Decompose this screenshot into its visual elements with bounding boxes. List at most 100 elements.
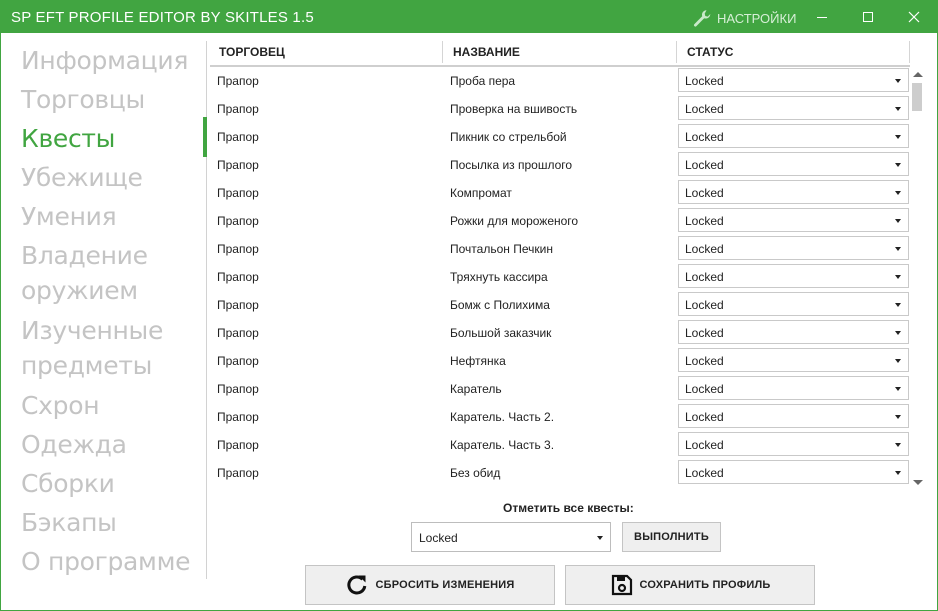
status-dropdown[interactable]: Locked	[678, 376, 909, 400]
trader-cell: Прапор	[217, 214, 259, 228]
table-row[interactable]: Прапор Нефтянка Locked	[210, 347, 910, 375]
sidebar-item-info[interactable]: Информация	[21, 43, 188, 78]
trader-cell: Прапор	[217, 270, 259, 284]
trader-cell: Прапор	[217, 74, 259, 88]
table-row[interactable]: Прапор Бомж с Полихима Locked	[210, 291, 910, 319]
scroll-down-icon[interactable]	[913, 480, 923, 485]
table-row[interactable]: Прапор Посылка из прошлого Locked	[210, 151, 910, 179]
status-dropdown[interactable]: Locked	[678, 208, 909, 232]
chevron-down-icon	[895, 107, 901, 111]
quest-name-cell: Без обид	[450, 466, 501, 480]
status-dropdown[interactable]: Locked	[678, 292, 909, 316]
chevron-down-icon	[895, 219, 901, 223]
sidebar-item-hideout[interactable]: Убежище	[21, 160, 143, 195]
table-row[interactable]	[210, 487, 910, 488]
chevron-down-icon	[895, 443, 901, 447]
table-row[interactable]: Прапор Большой заказчик Locked	[210, 319, 910, 347]
sidebar-item-traders[interactable]: Торговцы	[21, 82, 145, 117]
table-row[interactable]: Прапор Пикник со стрельбой Locked	[210, 123, 910, 151]
column-divider[interactable]	[442, 41, 443, 63]
status-dropdown[interactable]: Locked	[678, 68, 909, 92]
chevron-down-icon	[895, 387, 901, 391]
trader-cell: Прапор	[217, 242, 259, 256]
status-value: Locked	[685, 298, 724, 312]
execute-button-label: ВЫПОЛНИТЬ	[634, 531, 709, 543]
reset-changes-button[interactable]: СБРОСИТЬ ИЗМЕНЕНИЯ	[305, 565, 555, 605]
status-value: Locked	[685, 186, 724, 200]
status-dropdown[interactable]: Locked	[678, 236, 909, 260]
mark-all-quests-label: Отметить все квесты:	[503, 501, 634, 515]
status-dropdown[interactable]: Locked	[678, 152, 909, 176]
table-row[interactable]: Прапор Почтальон Печкин Locked	[210, 235, 910, 263]
table-row[interactable]: Прапор Каратель. Часть 2. Locked	[210, 403, 910, 431]
close-icon	[908, 11, 920, 23]
column-header-status[interactable]: СТАТУС	[687, 45, 733, 59]
sidebar-item-clothing[interactable]: Одежда	[21, 427, 127, 462]
sidebar-item-stash[interactable]: Схрон	[21, 388, 100, 423]
status-dropdown[interactable]: Locked	[678, 460, 909, 484]
sidebar-item-weapon-mastery[interactable]: Владение	[21, 238, 148, 273]
status-value: Locked	[685, 102, 724, 116]
table-row[interactable]: Прапор Проверка на вшивость Locked	[210, 95, 910, 123]
minimize-button[interactable]	[799, 1, 845, 33]
quest-name-cell: Каратель	[450, 382, 502, 396]
status-dropdown[interactable]: Locked	[678, 96, 909, 120]
table-row[interactable]: Прапор Проба пера Locked	[210, 67, 910, 95]
sidebar-item-examined-items-line2[interactable]: предметы	[21, 348, 152, 383]
status-value: Locked	[685, 466, 724, 480]
sidebar-item-skills[interactable]: Умения	[21, 199, 117, 234]
settings-button[interactable]: НАСТРОЙКИ	[691, 7, 796, 29]
execute-button[interactable]: ВЫПОЛНИТЬ	[622, 522, 721, 552]
status-dropdown[interactable]: Locked	[678, 348, 909, 372]
table-row[interactable]: Прапор Каратель Locked	[210, 375, 910, 403]
status-dropdown[interactable]: Locked	[678, 264, 909, 288]
minimize-icon	[816, 11, 828, 23]
chevron-down-icon	[895, 163, 901, 167]
status-value: Locked	[685, 158, 724, 172]
column-header-trader[interactable]: ТОРГОВЕЦ	[219, 45, 285, 59]
sidebar-item-about[interactable]: О программе	[21, 544, 191, 579]
quest-name-cell: Бомж с Полихима	[450, 298, 550, 312]
table-row[interactable]: Прапор Рожки для мороженого Locked	[210, 207, 910, 235]
status-value: Locked	[685, 130, 724, 144]
save-profile-button[interactable]: СОХРАНИТЬ ПРОФИЛЬ	[565, 565, 815, 605]
status-dropdown[interactable]: Locked	[678, 432, 909, 456]
scroll-up-icon[interactable]	[913, 72, 923, 77]
status-dropdown[interactable]: Locked	[678, 320, 909, 344]
sidebar-item-backups[interactable]: Бэкапы	[21, 505, 117, 540]
quest-name-cell: Каратель. Часть 2.	[450, 410, 555, 424]
settings-label: НАСТРОЙКИ	[717, 10, 797, 26]
reset-changes-label: СБРОСИТЬ ИЗМЕНЕНИЯ	[375, 579, 515, 591]
column-divider[interactable]	[909, 41, 910, 63]
mark-all-status-dropdown[interactable]: Locked	[411, 522, 611, 552]
window-title: SP EFT PROFILE EDITOR BY SKITLES 1.5	[11, 9, 314, 26]
sidebar-item-presets[interactable]: Сборки	[21, 466, 115, 501]
status-dropdown[interactable]: Locked	[678, 124, 909, 148]
sidebar-item-weapon-mastery-line2[interactable]: оружием	[21, 273, 138, 308]
maximize-button[interactable]	[845, 1, 891, 33]
quest-table: Прапор Проба пера Locked Прапор Проверка…	[210, 67, 910, 488]
quest-name-cell: Каратель. Часть 3.	[450, 438, 555, 452]
trader-cell: Прапор	[217, 186, 259, 200]
status-value: Locked	[685, 270, 724, 284]
table-row[interactable]: Прапор Тряхнуть кассира Locked	[210, 263, 910, 291]
quest-name-cell: Проба пера	[450, 74, 516, 88]
table-row[interactable]: Прапор Каратель. Часть 3. Locked	[210, 431, 910, 459]
app-window: SP EFT PROFILE EDITOR BY SKITLES 1.5 НАС…	[0, 0, 938, 611]
column-divider[interactable]	[676, 41, 677, 63]
status-dropdown[interactable]: Locked	[678, 404, 909, 428]
maximize-icon	[862, 11, 874, 23]
column-header-name[interactable]: НАЗВАНИЕ	[453, 45, 520, 59]
title-bar: SP EFT PROFILE EDITOR BY SKITLES 1.5 НАС…	[1, 1, 937, 33]
scrollbar-thumb[interactable]	[912, 83, 922, 111]
sidebar-item-quests[interactable]: Квесты	[21, 121, 115, 156]
wrench-icon	[691, 8, 713, 28]
sidebar-item-examined-items[interactable]: Изученные	[21, 313, 163, 348]
table-row[interactable]: Прапор Без обид Locked	[210, 459, 910, 487]
close-button[interactable]	[891, 1, 937, 33]
save-profile-label: СОХРАНИТЬ ПРОФИЛЬ	[639, 579, 771, 591]
trader-cell: Прапор	[217, 410, 259, 424]
table-scrollbar[interactable]	[910, 67, 925, 488]
table-row[interactable]: Прапор Компромат Locked	[210, 179, 910, 207]
status-dropdown[interactable]: Locked	[678, 180, 909, 204]
